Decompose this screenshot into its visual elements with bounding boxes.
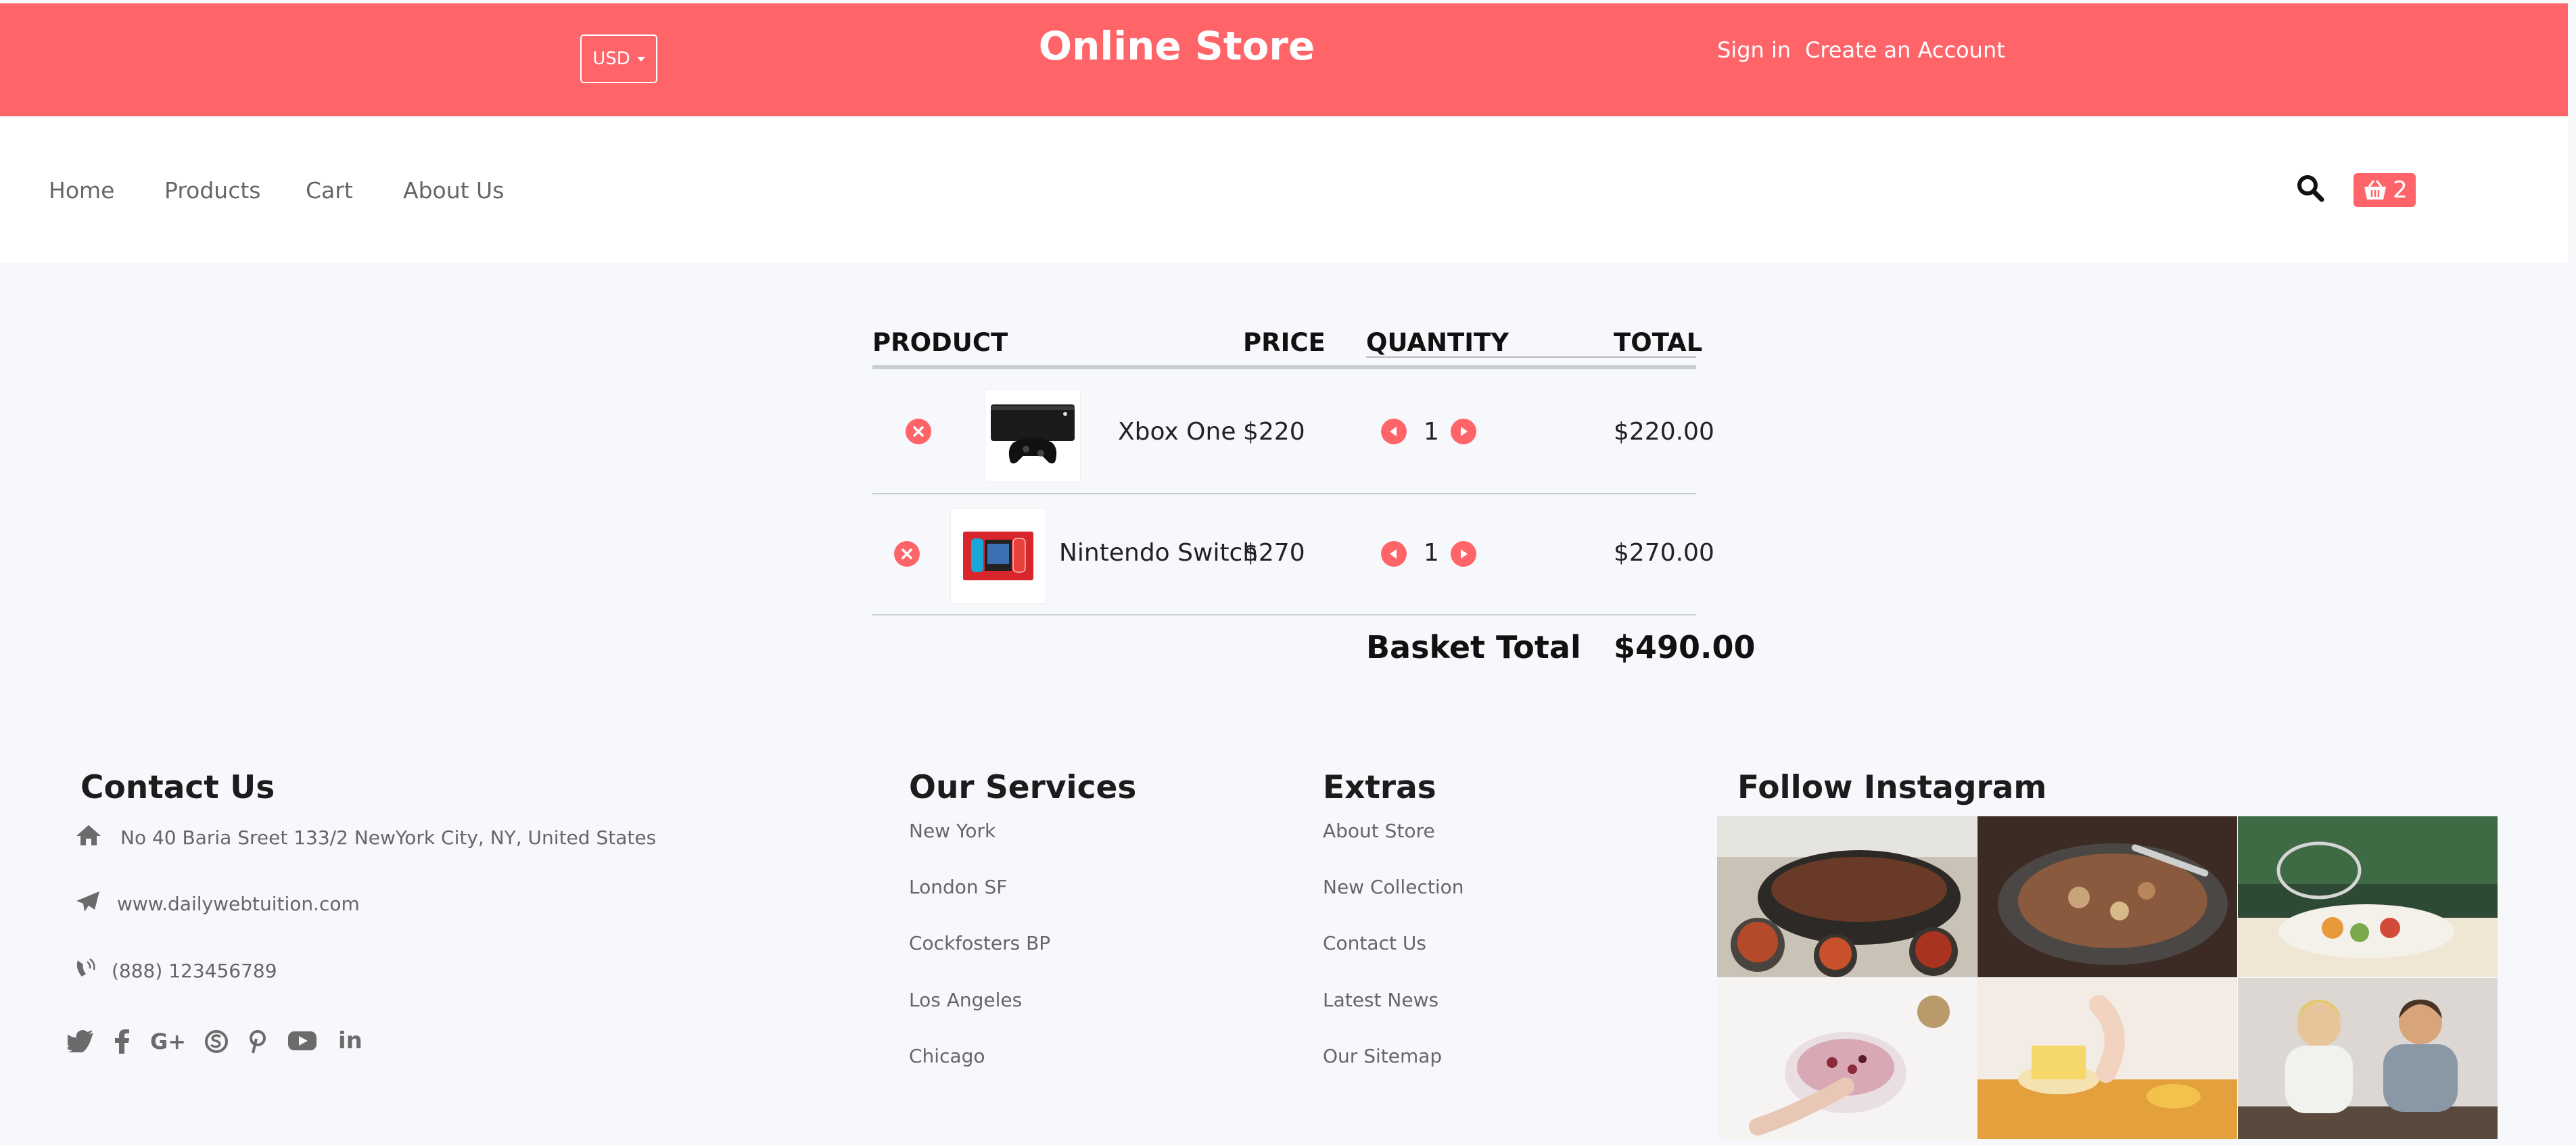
product-price: $220: [1243, 418, 1305, 446]
column-header-quantity: QUANTITY: [1366, 328, 1509, 357]
column-header-total: TOTAL: [1614, 328, 1703, 357]
services-title: Our Services: [909, 769, 1137, 806]
close-icon: [901, 548, 912, 559]
extras-link-about-store[interactable]: About Store: [1323, 820, 1435, 842]
contact-title: Contact Us: [80, 769, 275, 806]
increase-quantity-button[interactable]: [1451, 419, 1476, 444]
services-link-london-sf[interactable]: London SF: [909, 876, 1007, 898]
extras-link-contact-us[interactable]: Contact Us: [1323, 932, 1426, 954]
linkedin-icon[interactable]: in: [338, 1027, 362, 1054]
quantity-value: 1: [1424, 418, 1439, 446]
basket-total-label: Basket Total: [1366, 629, 1581, 665]
nav-item-cart[interactable]: Cart: [306, 177, 353, 204]
product-name[interactable]: Xbox One: [1118, 418, 1236, 446]
twitter-icon[interactable]: [63, 1029, 95, 1058]
services-link-los-angeles[interactable]: Los Angeles: [909, 989, 1022, 1011]
caret-right-icon: [1461, 427, 1468, 436]
instagram-photo-yogurt-bowl[interactable]: [1717, 978, 1977, 1139]
home-icon: [76, 825, 101, 845]
contact-website[interactable]: www.dailywebtuition.com: [117, 893, 360, 915]
currency-label: USD: [592, 49, 630, 69]
services-link-chicago[interactable]: Chicago: [909, 1045, 985, 1067]
decrease-quantity-button[interactable]: [1381, 541, 1407, 567]
increase-quantity-button[interactable]: [1451, 541, 1476, 567]
store-brand[interactable]: Online Store: [947, 23, 1407, 69]
decrease-quantity-button[interactable]: [1381, 419, 1407, 444]
column-header-product: PRODUCT: [872, 328, 1008, 357]
youtube-icon[interactable]: [287, 1029, 317, 1058]
instagram-photo-couple-cooking[interactable]: [2238, 978, 2498, 1139]
table-row: Nintendo Switch $270 1 $270.00: [872, 494, 1714, 615]
extras-link-new-collection[interactable]: New Collection: [1323, 876, 1463, 898]
nav-item-about-us[interactable]: About Us: [403, 177, 504, 204]
column-header-price: PRICE: [1243, 328, 1326, 357]
nav-item-home[interactable]: Home: [49, 177, 114, 204]
instagram-photo-pastry-cooking[interactable]: [1977, 978, 2237, 1139]
services-link-new-york[interactable]: New York: [909, 820, 996, 842]
line-total: $220.00: [1614, 418, 1714, 446]
paper-plane-icon: [76, 891, 99, 912]
remove-item-button[interactable]: [894, 541, 920, 567]
product-price: $270: [1243, 539, 1305, 567]
services-link-cockfosters[interactable]: Cockfosters BP: [909, 932, 1050, 954]
chevron-down-icon: [636, 56, 645, 62]
instagram-photo-grill-food[interactable]: [1717, 816, 1977, 977]
create-account-link[interactable]: Create an Account: [1805, 37, 2005, 63]
instagram-photo-wok-cooking[interactable]: [1977, 816, 2237, 977]
caret-left-icon: [1390, 427, 1397, 436]
product-image-xbox[interactable]: [985, 389, 1081, 482]
remove-item-button[interactable]: [906, 419, 931, 444]
xbox-console-image: [991, 404, 1075, 464]
facebook-icon[interactable]: [114, 1029, 130, 1060]
contact-address: No 40 Baria Sreet 133/2 NewYork City, NY…: [120, 826, 657, 849]
pinterest-icon[interactable]: [248, 1029, 268, 1060]
switch-box-image: [963, 532, 1033, 580]
basket-total-value: $490.00: [1614, 629, 1756, 665]
caret-right-icon: [1461, 549, 1468, 559]
instagram-title: Follow Instagram: [1737, 769, 2047, 806]
instagram-photo-dessert-table[interactable]: [2238, 816, 2498, 977]
nav-item-products[interactable]: Products: [164, 177, 261, 204]
main-nav: [0, 116, 2568, 262]
currency-dropdown[interactable]: USD: [580, 34, 657, 83]
cart-button[interactable]: 2: [2353, 173, 2416, 207]
contact-phone: (888) 123456789: [112, 960, 277, 982]
basket-icon: [2364, 180, 2387, 200]
product-image-switch[interactable]: [950, 508, 1046, 604]
row-divider: [872, 614, 1696, 615]
phone-icon: [76, 958, 95, 977]
extras-title: Extras: [1323, 769, 1436, 806]
caret-left-icon: [1390, 549, 1397, 559]
line-total: $270.00: [1614, 539, 1714, 567]
sign-in-link[interactable]: Sign in: [1717, 37, 1791, 63]
close-icon: [913, 426, 924, 437]
product-name[interactable]: Nintendo Switch: [1059, 539, 1258, 567]
search-icon[interactable]: [2296, 174, 2324, 202]
cart-count-badge: 2: [2393, 177, 2408, 204]
skype-icon[interactable]: [204, 1029, 229, 1060]
extras-link-latest-news[interactable]: Latest News: [1323, 989, 1438, 1011]
google-plus-icon[interactable]: G+: [150, 1029, 186, 1054]
table-row: Xbox One $220 1 $220.00: [872, 371, 1714, 494]
table-header-divider: [872, 365, 1696, 369]
extras-link-our-sitemap[interactable]: Our Sitemap: [1323, 1045, 1442, 1067]
quantity-value: 1: [1424, 539, 1439, 567]
header-underline: [1366, 356, 1696, 358]
